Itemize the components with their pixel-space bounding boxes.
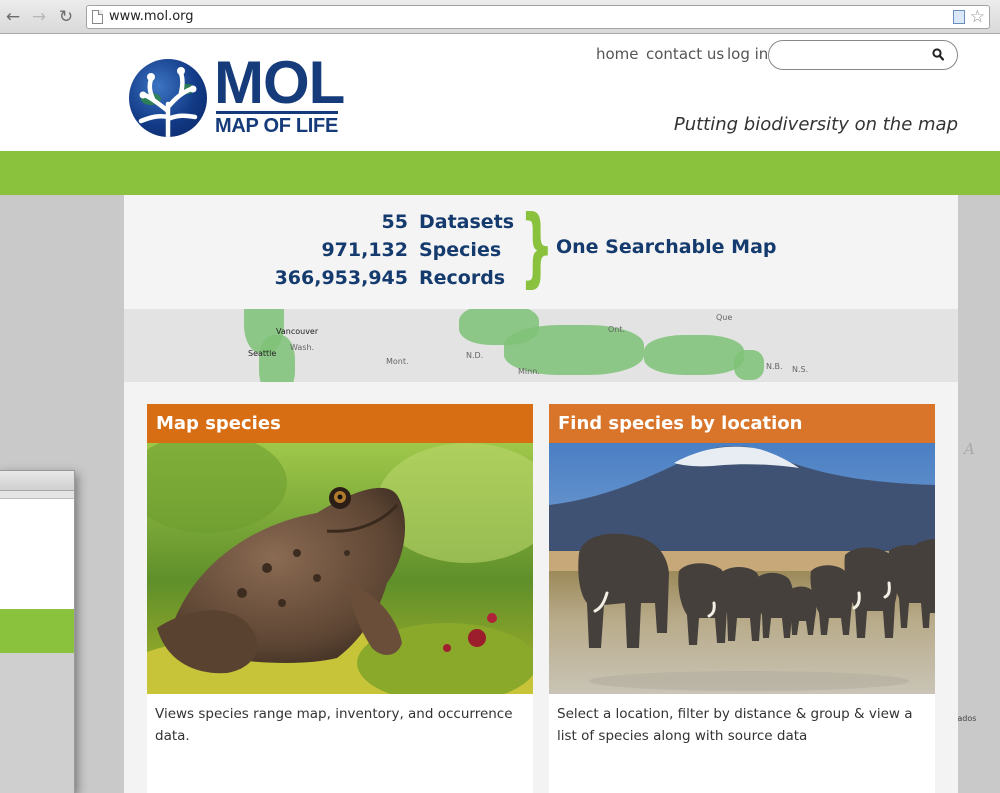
map-label: Que (716, 313, 733, 322)
map-label: N.S. (792, 365, 809, 374)
map-species-card[interactable]: Map species Views species range map, inv… (147, 404, 533, 793)
search-icon[interactable] (932, 48, 944, 62)
page-icon (92, 10, 103, 24)
nav-login-link[interactable]: log in (727, 45, 768, 63)
map-range-patch (734, 350, 764, 380)
window-toolbar (0, 491, 74, 499)
elephants-photo[interactable] (549, 443, 935, 694)
tree-globe-logo-icon[interactable] (129, 59, 207, 137)
browser-toolbar: ← → ↻ www.mol.org ☆ (0, 0, 1000, 34)
card-description: Views species range map, inventory, and … (155, 706, 513, 744)
search-input[interactable] (779, 45, 929, 65)
stat-datasets-value: 55 (381, 211, 408, 233)
reload-icon[interactable]: ↻ (57, 6, 75, 28)
stat-species-label: Species (419, 239, 502, 261)
map-label: N.B. (766, 362, 783, 371)
map-label: Minn. (518, 367, 540, 376)
logo-divider (216, 111, 338, 114)
window-map-area (0, 653, 74, 793)
stats-brace: } (520, 197, 554, 297)
background-browser-window[interactable] (0, 470, 75, 793)
stat-datasets-label: Datasets (419, 211, 515, 233)
card-description: Select a location, filter by distance & … (557, 706, 913, 744)
card-title[interactable]: Find species by location (549, 404, 935, 443)
map-label: Wash. (290, 343, 315, 352)
site-tagline: Putting biodiversity on the map (673, 114, 958, 135)
window-titlebar[interactable] (0, 471, 74, 491)
stat-records-label: Records (419, 267, 506, 289)
logo-subtitle[interactable]: MAP OF LIFE (215, 115, 338, 138)
site-header: MOL MAP OF LIFE home contact us log in P… (0, 34, 1000, 151)
search-field[interactable] (768, 40, 958, 70)
feature-panel: Map species Views species range map, inv… (124, 382, 958, 793)
map-ocean-label: A (964, 440, 979, 458)
map-label: Mont. (386, 357, 409, 366)
back-arrow-icon[interactable]: ← (4, 6, 22, 28)
find-species-card[interactable]: Find species by location Select a locati… (549, 404, 935, 793)
map-range-patch (644, 335, 744, 375)
stat-species-value: 971,132 (321, 239, 408, 261)
stats-slogan: One Searchable Map (556, 236, 777, 258)
address-bar[interactable]: www.mol.org ☆ (86, 5, 990, 29)
document-icon[interactable] (953, 10, 965, 24)
stat-records-value: 366,953,945 (274, 267, 408, 289)
url-text[interactable]: www.mol.org (109, 9, 194, 24)
bookmark-star-icon[interactable]: ☆ (970, 6, 985, 28)
stats-panel: 55 Datasets 971,132 Species 366,953,945 … (124, 195, 958, 309)
frog-photo[interactable] (147, 443, 533, 694)
nav-home-link[interactable]: home (596, 45, 639, 63)
nav-contact-link[interactable]: contact us (646, 45, 724, 63)
card-title[interactable]: Map species (147, 404, 533, 443)
forward-arrow-icon[interactable]: → (30, 6, 48, 28)
green-banner (0, 151, 1000, 195)
map-label: N.D. (466, 351, 484, 360)
window-green-band (0, 609, 74, 653)
map-label: Seattle (248, 349, 277, 358)
logo-title[interactable]: MOL (214, 53, 345, 113)
map-label: Vancouver (276, 327, 319, 336)
map-label: Ont. (608, 325, 626, 334)
